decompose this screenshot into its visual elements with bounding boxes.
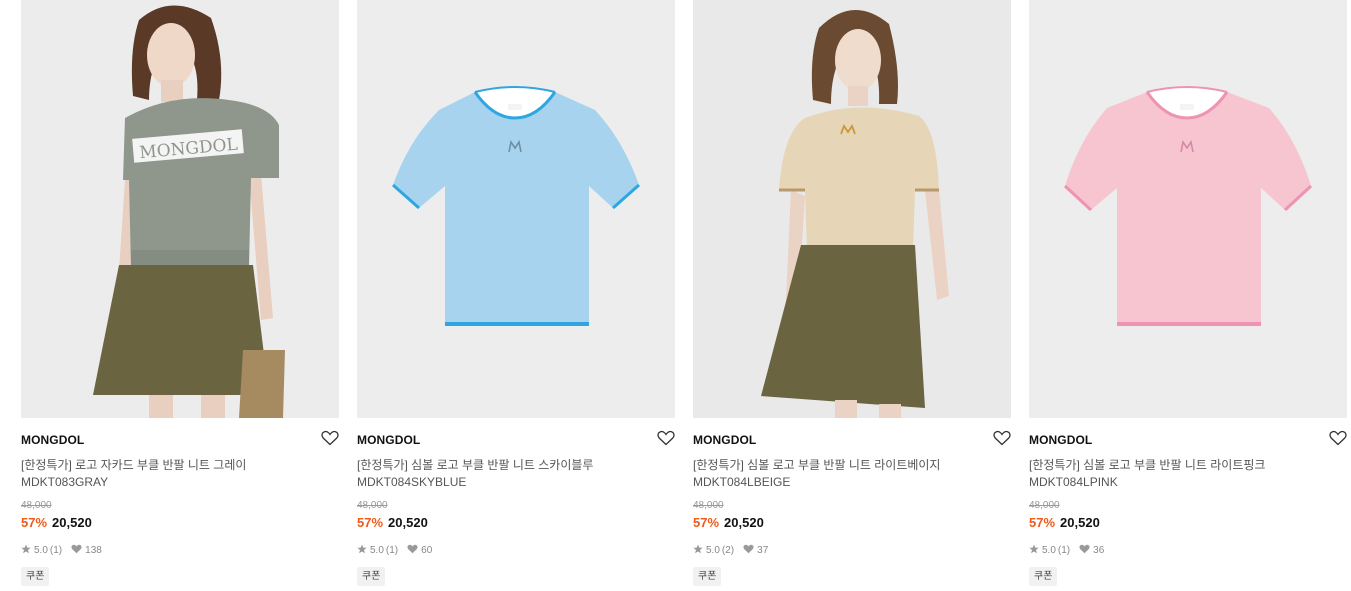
- product-name[interactable]: [한정특가] 심볼 로고 부클 반팔 니트 스카이블루: [357, 456, 593, 473]
- coupon-badge[interactable]: 쿠폰: [21, 567, 50, 586]
- likes-count: 138: [85, 545, 102, 556]
- flat-knit-photo: [357, 0, 675, 418]
- rating-value: 5.0: [1042, 545, 1056, 556]
- review-count: (1): [1057, 545, 1071, 556]
- sale-price: 20,520: [388, 515, 428, 530]
- rating-value: 5.0: [370, 545, 384, 556]
- price-line: 57% 20,520: [1029, 515, 1100, 530]
- sale-price: 20,520: [724, 515, 764, 530]
- heart-filled-icon: [1079, 544, 1090, 557]
- star-icon: [693, 544, 703, 557]
- review-meta: 5.0 (1) 60: [357, 544, 432, 557]
- likes-count: 37: [757, 545, 769, 556]
- price-line: 57% 20,520: [357, 515, 428, 530]
- review-count: (2): [721, 545, 735, 556]
- product-card[interactable]: MONGDOL [한정특가] 심볼 로고 부클 반팔 니트 스카이블루 MDKT…: [357, 0, 675, 591]
- likes-group: 60: [407, 544, 432, 557]
- likes-group: 138: [71, 544, 102, 557]
- product-image[interactable]: [357, 0, 675, 418]
- heart-filled-icon: [71, 544, 82, 557]
- brand-name[interactable]: MONGDOL: [1029, 433, 1092, 447]
- review-count: (1): [385, 545, 399, 556]
- review-count: (1): [49, 545, 63, 556]
- heart-outline-icon: [657, 430, 675, 446]
- product-name[interactable]: [한정특가] 심볼 로고 부클 반팔 니트 라이트핑크: [1029, 456, 1265, 473]
- price-line: 57% 20,520: [21, 515, 92, 530]
- product-card[interactable]: MONGDOL [한정특가] 심볼 로고 부클 반팔 니트 라이트베이지 MDK…: [693, 0, 1011, 591]
- product-image[interactable]: MONGDOL: [21, 0, 339, 418]
- product-card[interactable]: MONGDOL MONGDOL [한정특가] 로고 자카드 부클 반팔 니트 그…: [21, 0, 339, 591]
- product-grid: MONGDOL MONGDOL [한정특가] 로고 자카드 부클 반팔 니트 그…: [21, 0, 1351, 591]
- model-photo: [693, 0, 1011, 418]
- price-line: 57% 20,520: [693, 515, 764, 530]
- heart-outline-icon: [321, 430, 339, 446]
- product-code: MDKT083GRAY: [21, 475, 109, 489]
- product-image[interactable]: [693, 0, 1011, 418]
- rating-value: 5.0: [34, 545, 48, 556]
- brand-name[interactable]: MONGDOL: [357, 433, 420, 447]
- brand-name[interactable]: MONGDOL: [693, 433, 756, 447]
- likes-group: 36: [1079, 544, 1104, 557]
- model-photo: MONGDOL: [21, 0, 339, 418]
- product-image[interactable]: [1029, 0, 1347, 418]
- original-price: 48,000: [21, 500, 52, 511]
- likes-count: 36: [1093, 545, 1105, 556]
- coupon-badge[interactable]: 쿠폰: [693, 567, 722, 586]
- product-code: MDKT084LBEIGE: [693, 475, 791, 489]
- heart-filled-icon: [407, 544, 418, 557]
- sale-price: 20,520: [1060, 515, 1100, 530]
- brand-name[interactable]: MONGDOL: [21, 433, 84, 447]
- likes-group: 37: [743, 544, 768, 557]
- product-card[interactable]: MONGDOL [한정특가] 심볼 로고 부클 반팔 니트 라이트핑크 MDKT…: [1029, 0, 1347, 591]
- coupon-badge[interactable]: 쿠폰: [357, 567, 386, 586]
- discount-rate: 57%: [693, 515, 720, 530]
- product-name[interactable]: [한정특가] 심볼 로고 부클 반팔 니트 라이트베이지: [693, 456, 940, 473]
- heart-outline-icon: [1329, 430, 1347, 446]
- rating-value: 5.0: [706, 545, 720, 556]
- original-price: 48,000: [693, 500, 724, 511]
- product-name[interactable]: [한정특가] 로고 자카드 부클 반팔 니트 그레이: [21, 456, 246, 473]
- coupon-badge[interactable]: 쿠폰: [1029, 567, 1058, 586]
- likes-count: 60: [421, 545, 433, 556]
- flat-knit-photo: [1029, 0, 1347, 418]
- original-price: 48,000: [357, 500, 388, 511]
- discount-rate: 57%: [357, 515, 384, 530]
- heart-outline-icon: [993, 430, 1011, 446]
- wishlist-button[interactable]: [993, 430, 1011, 446]
- wishlist-button[interactable]: [657, 430, 675, 446]
- review-meta: 5.0 (2) 37: [693, 544, 768, 557]
- discount-rate: 57%: [1029, 515, 1056, 530]
- star-icon: [1029, 544, 1039, 557]
- sale-price: 20,520: [52, 515, 92, 530]
- review-meta: 5.0 (1) 36: [1029, 544, 1104, 557]
- discount-rate: 57%: [21, 515, 48, 530]
- star-icon: [357, 544, 367, 557]
- star-icon: [21, 544, 31, 557]
- wishlist-button[interactable]: [1329, 430, 1347, 446]
- review-meta: 5.0 (1) 138: [21, 544, 102, 557]
- product-code: MDKT084LPINK: [1029, 475, 1118, 489]
- heart-filled-icon: [743, 544, 754, 557]
- wishlist-button[interactable]: [321, 430, 339, 446]
- product-code: MDKT084SKYBLUE: [357, 475, 467, 489]
- original-price: 48,000: [1029, 500, 1060, 511]
